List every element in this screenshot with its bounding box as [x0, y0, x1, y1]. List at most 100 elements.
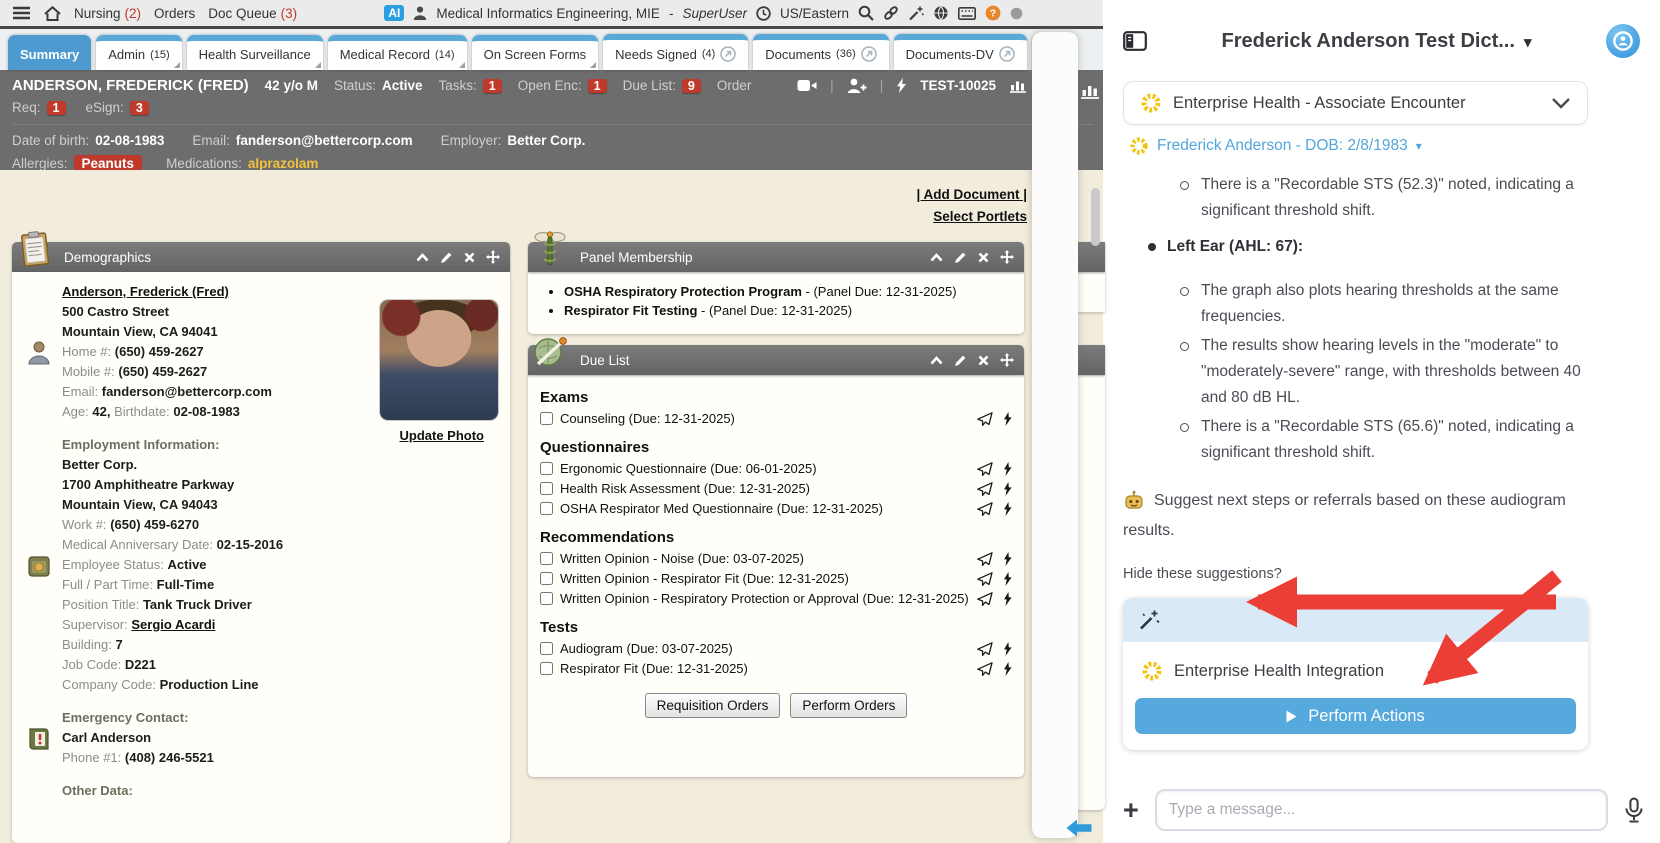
move-icon[interactable]	[1000, 353, 1014, 367]
send-order-icon[interactable]	[977, 462, 993, 476]
perform-order-bolt-icon[interactable]	[1003, 642, 1012, 656]
medication-value[interactable]: alprazolam	[248, 156, 319, 171]
patient-name-link[interactable]: Anderson, Frederick (Fred)	[62, 284, 229, 299]
perform-orders-button[interactable]: Perform Orders	[790, 693, 907, 718]
perform-actions-button[interactable]: Perform Actions	[1135, 698, 1576, 734]
conversation-title-dropdown[interactable]: Frederick Anderson Test Dict...▾	[1147, 30, 1606, 53]
due-item-checkbox[interactable]	[540, 482, 553, 495]
send-order-icon[interactable]	[977, 572, 993, 586]
send-order-icon[interactable]	[977, 502, 993, 516]
flowsheet-chart-icon[interactable]	[1009, 78, 1027, 93]
scroll-left-arrow[interactable]	[1066, 818, 1092, 838]
perform-order-bolt-icon[interactable]	[1003, 502, 1012, 516]
close-icon[interactable]	[464, 252, 475, 263]
send-order-icon[interactable]	[977, 642, 993, 656]
tab-summary[interactable]: Summary	[8, 35, 91, 70]
video-camera-icon[interactable]	[797, 79, 817, 92]
assistant-avatar[interactable]	[1606, 24, 1640, 58]
search-icon[interactable]	[858, 5, 874, 21]
growth-chart-icon[interactable]	[1080, 82, 1100, 99]
external-link-icon[interactable]	[720, 46, 736, 62]
tab-medical-record[interactable]: Medical Record(14)	[328, 35, 467, 70]
send-order-icon[interactable]	[977, 662, 993, 676]
due-item-checkbox[interactable]	[540, 572, 553, 585]
home-icon[interactable]	[44, 6, 61, 21]
send-order-icon[interactable]	[977, 482, 993, 496]
perform-order-bolt-icon[interactable]	[1003, 482, 1012, 496]
move-icon[interactable]	[1000, 250, 1014, 264]
collapse-icon[interactable]	[416, 253, 429, 262]
tab-admin[interactable]: Admin(15)	[96, 35, 181, 70]
collapse-icon[interactable]	[930, 253, 943, 262]
tasks-count-badge[interactable]: 1	[483, 79, 502, 93]
edit-pencil-icon[interactable]	[954, 354, 967, 367]
panel-divider[interactable]	[1032, 32, 1078, 838]
close-icon[interactable]	[978, 355, 989, 366]
edit-pencil-icon[interactable]	[954, 251, 967, 264]
send-order-icon[interactable]	[977, 412, 993, 426]
sidebar-toggle-icon[interactable]	[1123, 31, 1147, 51]
send-order-icon[interactable]	[977, 592, 993, 606]
panel-membership-portlet-header[interactable]: Panel Membership	[528, 242, 1024, 272]
due-list-portlet-header[interactable]: Due List	[528, 345, 1024, 375]
message-input[interactable]	[1155, 789, 1608, 831]
esign-count-badge[interactable]: 3	[130, 101, 149, 115]
perform-order-bolt-icon[interactable]	[1003, 592, 1012, 606]
nav-orders[interactable]: Orders	[154, 6, 195, 21]
collapse-icon[interactable]	[930, 356, 943, 365]
due-item-checkbox[interactable]	[540, 592, 553, 605]
nav-doc-queue[interactable]: Doc Queue(3)	[208, 6, 297, 21]
tab-health-surveillance[interactable]: Health Surveillance	[187, 35, 323, 70]
globe-icon[interactable]	[933, 5, 949, 21]
due-item-checkbox[interactable]	[540, 462, 553, 475]
hide-suggestions-link[interactable]: Hide these suggestions?	[1123, 566, 1640, 582]
lightning-icon[interactable]	[896, 78, 907, 93]
tab-documents[interactable]: Documents(36)	[753, 34, 888, 70]
edit-pencil-icon[interactable]	[440, 251, 453, 264]
timezone-label[interactable]: US/Eastern	[780, 6, 849, 21]
due-item-checkbox[interactable]	[540, 502, 553, 515]
supervisor-link[interactable]: Sergio Acardi	[131, 617, 215, 632]
req-count-badge[interactable]: 1	[47, 101, 66, 115]
add-document-link[interactable]: | Add Document |	[916, 184, 1027, 206]
move-icon[interactable]	[486, 250, 500, 264]
open-enc-count-badge[interactable]: 1	[588, 79, 607, 93]
attach-plus-button[interactable]: +	[1123, 797, 1139, 824]
tab-needs-signed[interactable]: Needs Signed(4)	[603, 34, 748, 70]
order-link[interactable]: Order	[717, 78, 752, 93]
link-icon[interactable]	[883, 5, 899, 21]
external-link-icon[interactable]	[861, 46, 877, 62]
help-icon[interactable]: ?	[985, 5, 1001, 21]
select-portlets-link[interactable]: Select Portlets	[916, 206, 1027, 228]
requisition-orders-button[interactable]: Requisition Orders	[645, 693, 781, 718]
perform-order-bolt-icon[interactable]	[1003, 412, 1012, 426]
demographics-portlet-header[interactable]: Demographics	[12, 242, 510, 272]
nav-nursing[interactable]: Nursing(2)	[74, 6, 141, 21]
perform-order-bolt-icon[interactable]	[1003, 572, 1012, 586]
due-list-count-badge[interactable]: 9	[682, 79, 701, 93]
external-link-icon[interactable]	[999, 46, 1015, 62]
chevron-down-icon[interactable]	[1551, 97, 1571, 109]
tab-documents-dv[interactable]: Documents-DV	[894, 34, 1027, 70]
encounter-selector-card[interactable]: Enterprise Health - Associate Encounter	[1123, 81, 1588, 125]
patient-context-link[interactable]: Frederick Anderson - DOB: 2/8/1983 ▾	[1129, 136, 1588, 156]
hamburger-menu-icon[interactable]	[12, 6, 31, 20]
clock-icon[interactable]	[756, 6, 771, 21]
send-order-icon[interactable]	[977, 552, 993, 566]
due-item-checkbox[interactable]	[540, 412, 553, 425]
keyboard-icon[interactable]	[958, 7, 976, 20]
add-person-icon[interactable]	[847, 78, 867, 93]
wand-icon[interactable]	[908, 5, 924, 21]
update-photo-link[interactable]: Update Photo	[400, 428, 485, 443]
ai-badge[interactable]: AI	[384, 5, 404, 21]
perform-order-bolt-icon[interactable]	[1003, 662, 1012, 676]
perform-order-bolt-icon[interactable]	[1003, 462, 1012, 476]
close-icon[interactable]	[978, 252, 989, 263]
microphone-icon[interactable]	[1624, 797, 1644, 823]
perform-order-bolt-icon[interactable]	[1003, 552, 1012, 566]
page-scrollbar-thumb[interactable]	[1091, 188, 1100, 246]
tab-on-screen-forms[interactable]: On Screen Forms	[472, 35, 599, 70]
due-item-checkbox[interactable]	[540, 662, 553, 675]
due-item-checkbox[interactable]	[540, 642, 553, 655]
suggested-action-toolbar[interactable]	[1123, 598, 1588, 642]
